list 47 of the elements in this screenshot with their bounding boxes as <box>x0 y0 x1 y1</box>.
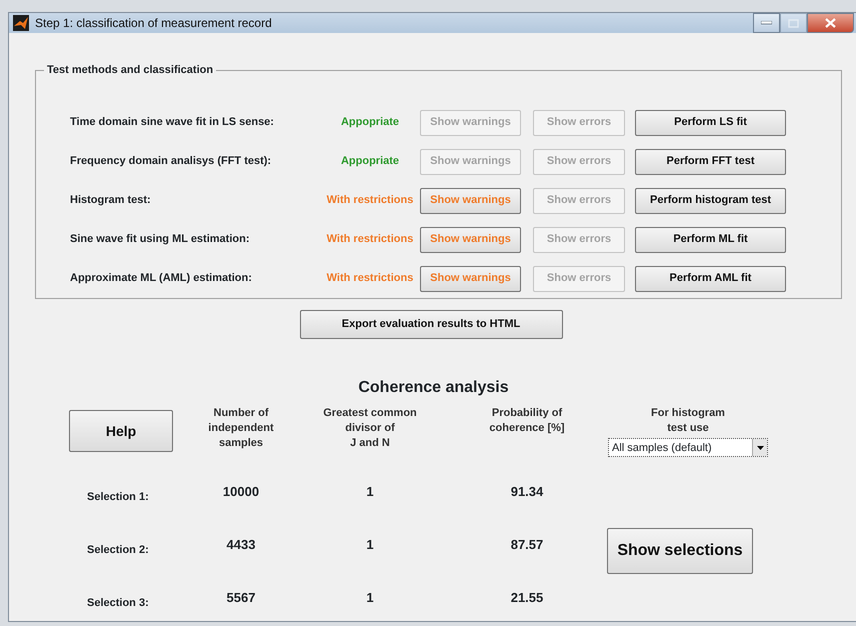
table-cell-text: 10000 <box>222 483 260 501</box>
column-header: Number of independent samples <box>207 406 275 451</box>
table-cell-text: 87.57 <box>510 536 544 554</box>
app-logo-icon <box>13 15 29 31</box>
minimize-button[interactable] <box>753 13 780 33</box>
table-cell-text: 21.55 <box>510 589 544 607</box>
close-icon <box>825 18 836 28</box>
show-warnings-button[interactable]: Show warnings <box>420 226 521 252</box>
section-title: Coherence analysis <box>357 378 510 398</box>
help-button[interactable]: Help <box>69 410 173 452</box>
table-cell-text: 1 <box>365 589 375 607</box>
selection-label: Selection 1: <box>86 490 150 506</box>
method-label: Frequency domain analisys (FFT test): <box>70 154 272 170</box>
selection-label: Selection 2: <box>86 543 150 558</box>
maximize-icon <box>788 18 799 28</box>
perform-button[interactable]: Perform ML fit <box>635 226 786 252</box>
status-text: With restrictions <box>326 271 414 286</box>
method-label: Sine wave fit using ML estimation: <box>70 232 250 248</box>
export-button[interactable]: Export evaluation results to HTML <box>300 310 562 339</box>
column-header: Greatest common divisor of J and N <box>322 406 418 451</box>
window-title: Step 1: classification of measurement record <box>35 15 272 32</box>
perform-button[interactable]: Perform LS fit <box>635 110 786 136</box>
minimize-icon <box>761 21 772 25</box>
column-header: Probability of coherence [%] <box>488 406 566 436</box>
table-cell-text: 1 <box>365 483 375 501</box>
status-text: Appopriate <box>340 115 400 130</box>
table-cell-text: 4433 <box>226 536 256 554</box>
table-cell-text: 5567 <box>226 589 256 607</box>
status-text: With restrictions <box>326 232 414 248</box>
table-cell-text: 1 <box>365 536 375 554</box>
method-label: Histogram test: <box>70 193 152 208</box>
table-cell-text: 91.34 <box>510 483 544 501</box>
histogram-label: For histogram test use <box>651 406 725 436</box>
selection-label: Selection 3: <box>86 596 150 612</box>
perform-button[interactable]: Perform FFT test <box>635 148 786 174</box>
status-text: With restrictions <box>326 193 414 208</box>
perform-button[interactable]: Perform AML fit <box>635 266 786 292</box>
dropdown-arrow-icon <box>756 446 764 450</box>
show-warnings-button[interactable]: Show warnings <box>420 188 521 214</box>
show-selections-button[interactable]: Show selections <box>607 528 753 574</box>
sample-dropdown[interactable]: All samples (default) <box>608 438 768 457</box>
status-text: Appopriate <box>340 154 400 170</box>
method-label: Approximate ML (AML) estimation: <box>70 271 253 286</box>
perform-button[interactable]: Perform histogram test <box>635 188 786 214</box>
show-warnings-button[interactable]: Show warnings <box>420 266 521 292</box>
method-label: Time domain sine wave fit in LS sense: <box>70 115 275 130</box>
close-button[interactable] <box>807 13 854 33</box>
